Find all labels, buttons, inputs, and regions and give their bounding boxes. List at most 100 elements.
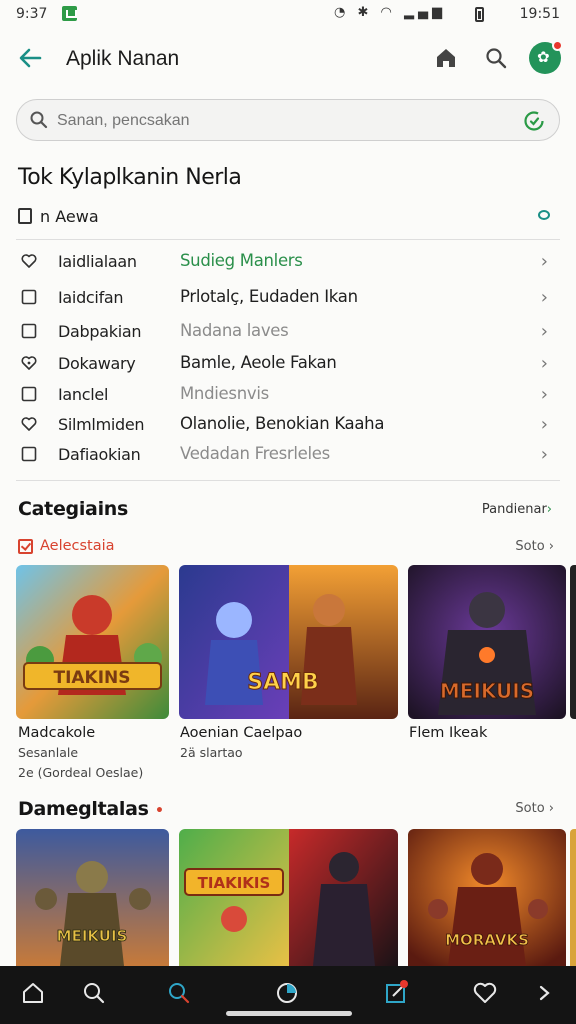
status-time: 9:37 [16,6,48,22]
card-art-text: MEIKUIS [57,927,128,945]
categories-title: Categiains [18,498,129,520]
checkbox-icon[interactable] [21,323,37,339]
refresh-icon[interactable] [522,109,546,133]
list-item[interactable]: Iaidcifan Prlotalç, Eudaden Ikan › [18,283,558,313]
categories-link-label: Pandienar [481,502,547,517]
list-item-detail: Bamle, Aeole Fakan [180,353,337,372]
list-item-name: Dabpakian [58,322,142,341]
card-art-text: TIAKINS [53,668,130,688]
card-meta: Sesanlale [18,745,79,760]
see-all-link[interactable]: Soto › [515,539,554,554]
list-item-name: Iaidcifan [58,288,124,307]
list-item-detail: Olanolie, Benokian Kaaha [180,414,385,433]
list-item-name: Ianclel [58,385,109,404]
search-input[interactable] [57,109,497,133]
game-card-thumbnail-partial[interactable] [570,565,576,719]
chevron-right-icon: › [540,287,548,308]
notification-icon [62,6,77,21]
game-card-thumbnail[interactable]: SAMB [179,565,398,719]
list-item[interactable]: Iaidlialaan Sudieg Manlers › [18,247,558,277]
home-icon[interactable] [434,46,458,70]
page-title: Aplik Nanan [66,47,180,70]
list-item[interactable]: Dokawary Bamle, Aeole Fakan › [18,349,558,379]
section-title: Damegltalas • [18,798,164,820]
list-item[interactable]: Dafiaokian Vedadan Fresrleles › [18,440,558,470]
status-icons: ◔ ✱ ◠ ▂▄▆ [334,5,446,20]
game-card-thumbnail[interactable]: TIAKIKIS [179,829,398,966]
checkbox-icon[interactable] [21,446,37,462]
divider [16,239,560,240]
card-meta: 2ä slartao [180,745,243,760]
card-art-text: TIAKIKIS [198,874,271,892]
new-dot: • [154,803,164,819]
card-art-text: SAMB [247,670,319,695]
heart-icon [21,253,37,269]
card-title[interactable]: Aoenian Caelpao [180,725,302,741]
more-icon[interactable] [532,980,558,1006]
user-icon: ✿ [537,48,550,66]
search-icon [29,110,49,130]
list-section-title: Tok Kylaplkanin Nerla [18,165,242,190]
list-subhead[interactable]: n Aewa [18,206,558,228]
list-item-name: Silmlmiden [58,415,145,434]
divider [16,480,560,481]
categories-link[interactable]: Pandienar› [482,502,552,517]
game-card-thumbnail-partial[interactable] [570,829,576,966]
subhead-label: n Aewa [40,207,99,226]
checkbox-icon[interactable] [21,386,37,402]
list-item-detail: Vedadan Fresrleles [180,444,330,463]
checkbox-icon[interactable] [21,289,37,305]
list-item-detail: Prlotalç, Eudaden Ikan [180,287,358,306]
chevron-right-icon: › [540,384,548,405]
heart-icon [21,416,37,432]
home-icon[interactable] [20,980,46,1006]
search-icon[interactable] [81,980,107,1006]
list-item[interactable]: Silmlmiden Olanolie, Benokian Kaaha › [18,410,558,440]
filter-label: Aelecstaia [40,538,115,554]
notification-dot [552,40,563,51]
status-bar: 9:37 ◔ ✱ ◠ ▂▄▆ 19:51 [0,0,576,30]
card-meta: 2e (Gordeal Oeslae) [18,765,144,780]
game-card-thumbnail[interactable]: MORAVKS [408,829,566,966]
checkbox-checked-icon [18,539,33,554]
list-item[interactable]: Ianclel Mndiesnvis › [18,380,558,410]
game-card-thumbnail[interactable]: MEIKUIS [16,829,169,966]
game-card-thumbnail[interactable]: MEIKUIS [408,565,566,719]
list-item[interactable]: Dabpakian Nadana laves › [18,317,558,347]
section-title-label: Damegltalas [18,798,149,820]
card-art-text: MEIKUIS [440,679,534,703]
chevron-right-icon: › [540,414,548,435]
list-item-name: Iaidlialaan [58,252,137,271]
home-indicator[interactable] [226,1011,352,1016]
edit-icon[interactable] [384,980,410,1006]
status-clock: 19:51 [519,6,560,22]
list-item-name: Dokawary [58,354,136,373]
list-item-detail: Nadana laves [180,321,289,340]
heart-icon[interactable] [472,980,498,1006]
heart-outline-icon [21,355,37,371]
game-card-thumbnail[interactable]: TIAKINS [16,565,169,719]
chevron-right-icon: › [540,353,548,374]
battery-icon [475,7,484,22]
eye-icon[interactable] [538,210,550,220]
see-all-label: Soto [515,539,545,554]
card-title[interactable]: Flem Ikeak [409,725,487,741]
search-bar[interactable] [16,99,560,141]
see-all-label: Soto [515,801,545,816]
chevron-right-icon: › [540,321,548,342]
explore-icon[interactable] [166,980,192,1006]
see-all-link[interactable]: Soto › [515,801,554,816]
list-item-detail: Mndiesnvis [180,384,269,403]
search-icon[interactable] [484,46,508,70]
music-note-icon [18,208,32,224]
avatar[interactable]: ✿ [529,40,563,74]
card-title[interactable]: Madcakole [18,725,95,741]
chevron-right-icon: › [540,251,548,272]
pie-icon[interactable] [274,980,300,1006]
chevron-right-icon: › [546,502,552,517]
list-item-detail: Sudieg Manlers [180,251,303,270]
chevron-right-icon: › [540,444,548,465]
card-art-text: MORAVKS [445,931,529,949]
app-bar: Aplik Nanan ✿ [0,36,576,82]
back-arrow-icon[interactable] [16,44,44,72]
